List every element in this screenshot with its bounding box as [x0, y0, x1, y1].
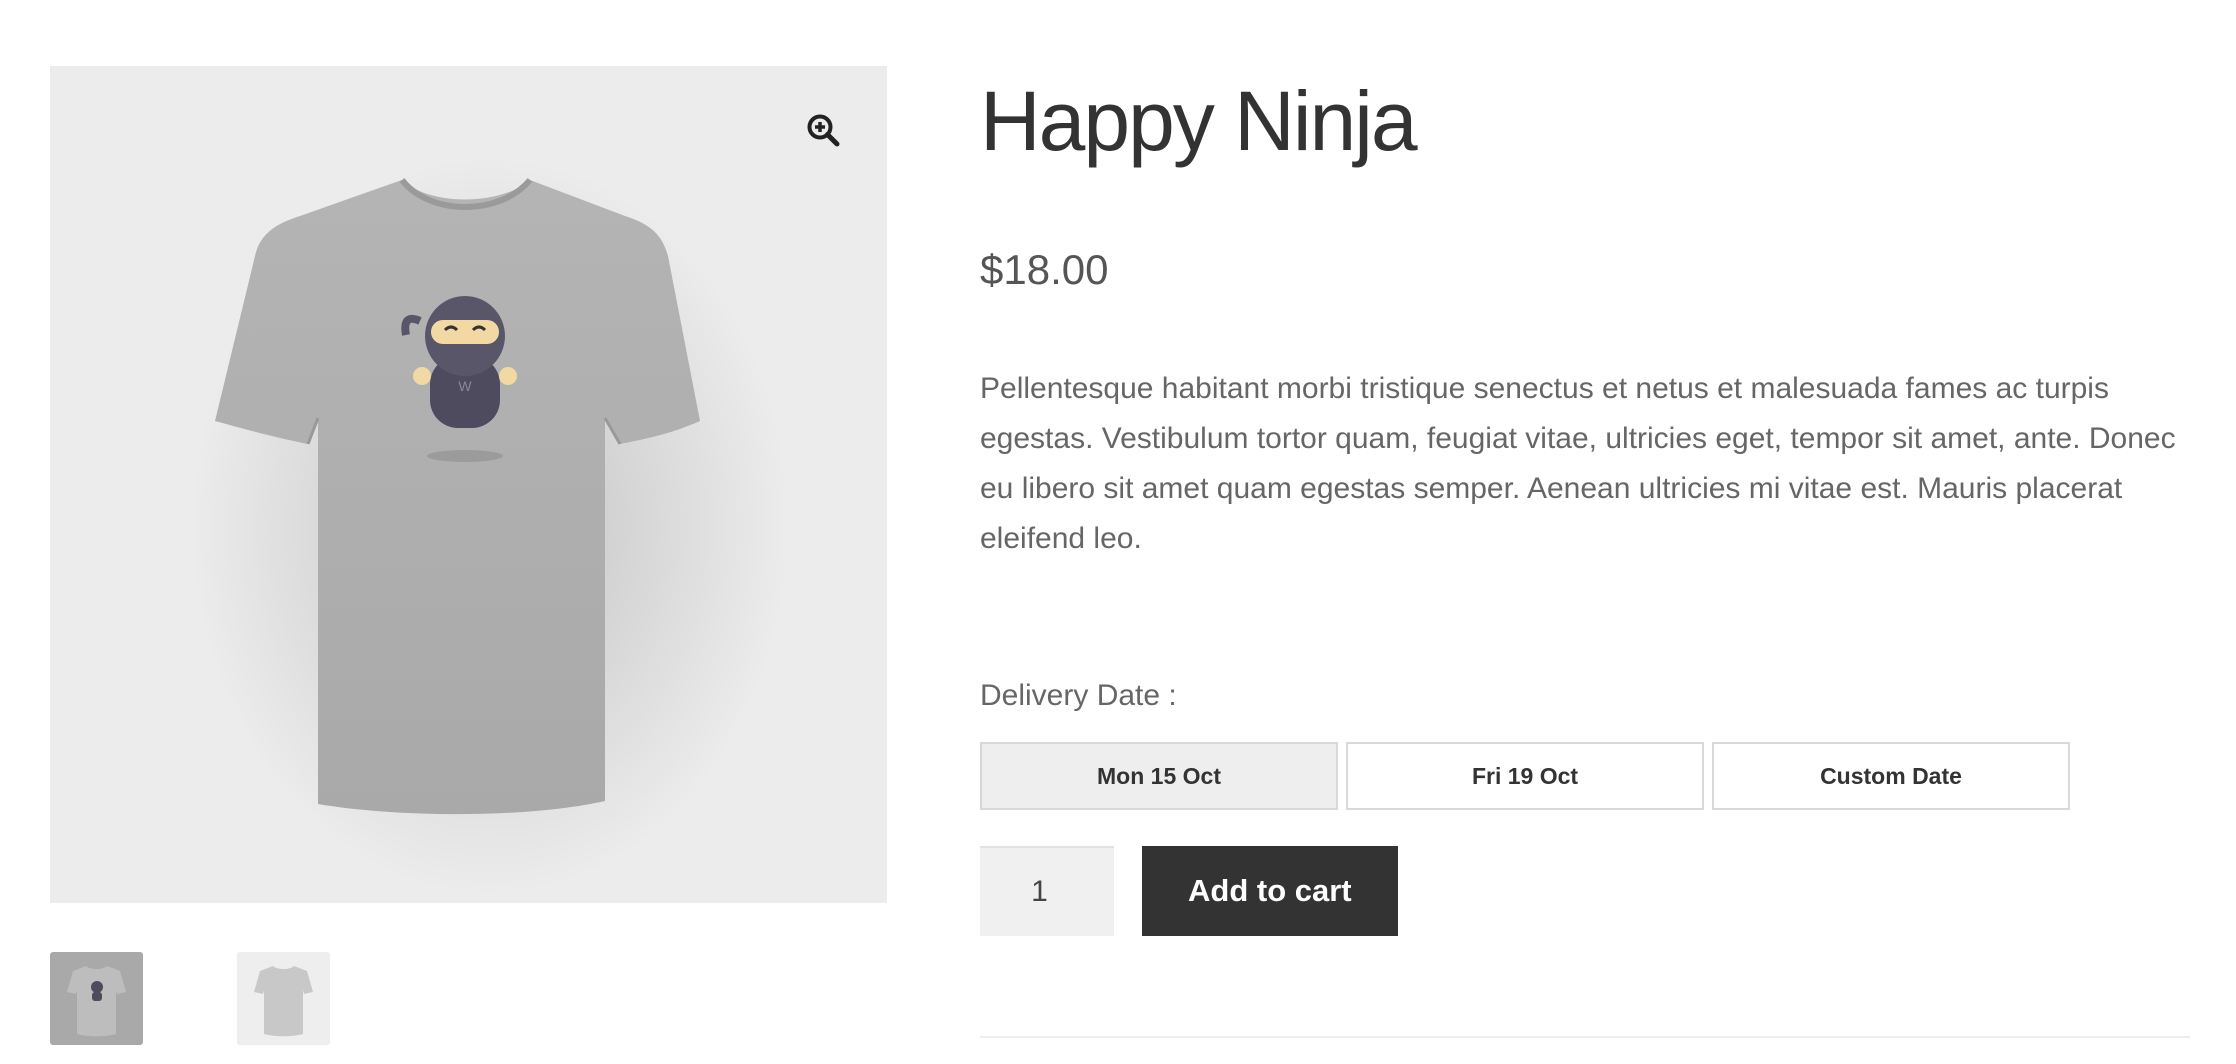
gallery-thumbnails	[50, 952, 330, 1045]
delivery-option-mon-15-oct[interactable]: Mon 15 Oct	[980, 742, 1338, 810]
svg-text:W: W	[458, 378, 472, 394]
tshirt-back-thumbnail-image	[237, 952, 330, 1045]
product-title: Happy Ninja	[980, 74, 1418, 168]
delivery-option-custom-date[interactable]: Custom Date	[1712, 742, 2070, 810]
product-gallery: W	[50, 66, 887, 1045]
quantity-input[interactable]	[980, 846, 1114, 936]
zoom-in-icon	[807, 114, 840, 147]
main-product-image[interactable]: W	[50, 66, 887, 903]
section-divider	[980, 1036, 2190, 1038]
thumbnail-plain-shirt[interactable]	[237, 952, 330, 1045]
delivery-date-label: Delivery Date :	[980, 679, 1177, 712]
zoom-button[interactable]	[799, 106, 847, 154]
product-summary: Happy Ninja $18.00 Pellentesque habitant…	[980, 66, 2190, 936]
tshirt-thumbnail-image	[50, 952, 143, 1045]
delivery-date-options: Mon 15 Oct Fri 19 Oct Custom Date	[980, 742, 2190, 810]
thumbnail-ninja-shirt[interactable]	[50, 952, 143, 1045]
product-description: Pellentesque habitant morbi tristique se…	[980, 372, 2176, 555]
delivery-option-fri-19-oct[interactable]: Fri 19 Oct	[1346, 742, 1704, 810]
product-page: W Happy Ninja $18.00 Pellentesque habita…	[0, 0, 2236, 1064]
tshirt-image: W	[190, 156, 790, 896]
add-to-cart-button[interactable]: Add to cart	[1142, 846, 1398, 936]
add-to-cart-form: Add to cart	[980, 846, 2190, 936]
product-price: $18.00	[980, 246, 1109, 293]
